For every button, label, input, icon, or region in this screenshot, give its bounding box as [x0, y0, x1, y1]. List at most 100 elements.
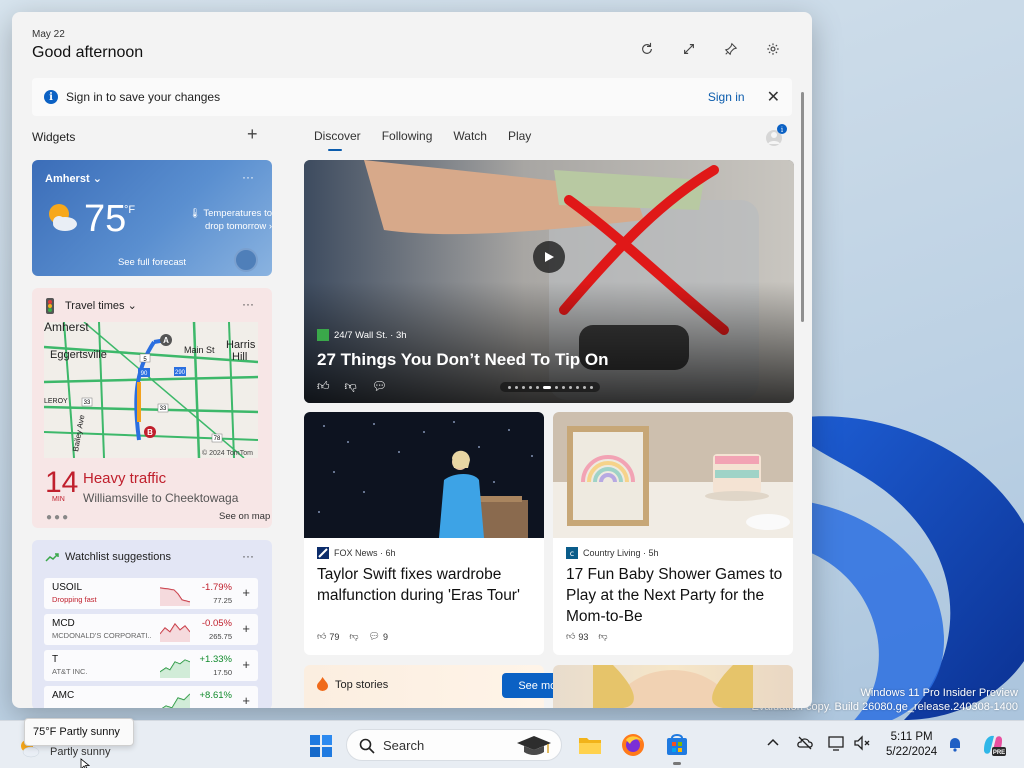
notification-bell-icon[interactable]: [947, 736, 963, 752]
travel-minutes-label: MIN: [52, 496, 65, 503]
volume-icon[interactable]: [853, 734, 871, 752]
article-image: [553, 412, 793, 538]
like-button[interactable]: 👍︎ 79: [317, 631, 339, 642]
active-app-indicator: [673, 762, 681, 765]
more-options-icon[interactable]: ···: [242, 170, 254, 184]
comment-button[interactable]: 💬︎ 9: [369, 631, 388, 642]
article-source: c Country Living · 5h: [566, 547, 659, 559]
partly-sunny-icon: [49, 204, 77, 231]
chevron-up-icon[interactable]: [764, 734, 782, 752]
publisher-logo-icon: [317, 329, 329, 341]
play-video-icon[interactable]: [533, 241, 565, 273]
add-stock-icon[interactable]: +: [242, 585, 250, 600]
graduation-cap-icon: [517, 736, 551, 755]
settings-icon[interactable]: [762, 38, 784, 60]
add-stock-icon[interactable]: +: [242, 693, 250, 708]
weather-widget[interactable]: Amherst ⌄ ··· 75 °F 🌡 Temperatures to dr…: [32, 160, 272, 276]
thumbs-down-icon[interactable]: 👎︎: [345, 379, 357, 394]
tab-watch[interactable]: Watch: [453, 129, 487, 151]
travel-title[interactable]: Travel times ⌄: [65, 299, 137, 312]
stock-trend-icon: [45, 553, 59, 562]
thumbs-up-icon[interactable]: 👍︎: [317, 379, 330, 394]
article-image: [304, 412, 544, 538]
stock-sparkline: [161, 693, 190, 708]
article-title[interactable]: 17 Fun Baby Shower Games to Play at the …: [566, 564, 784, 627]
tab-play[interactable]: Play: [508, 129, 531, 151]
comment-icon[interactable]: 💬︎: [372, 379, 387, 394]
display-icon[interactable]: [827, 734, 845, 752]
stock-row[interactable]: USOIL Dropping fast -1.79% 77.25 +: [44, 578, 258, 609]
traffic-map[interactable]: Amherst Eggertsville Main St Harris Hill…: [44, 322, 258, 458]
expand-icon[interactable]: [678, 38, 700, 60]
travel-minutes: 14: [45, 466, 79, 499]
comment-icon: 💬︎: [368, 631, 380, 641]
road-shield: 290: [175, 370, 186, 376]
pin-icon[interactable]: [720, 38, 742, 60]
more-options-icon[interactable]: ···: [242, 297, 254, 311]
stock-name: AT&T INC.: [52, 667, 88, 676]
travel-times-widget[interactable]: Travel times ⌄ ··· Amherst Eggertsville …: [32, 288, 272, 528]
taskbar-clock[interactable]: 5:11 PM 5/22/2024: [886, 730, 937, 760]
thumbs-down-icon[interactable]: 👎︎: [349, 631, 358, 642]
stock-sparkline: [160, 659, 190, 678]
article-card-preview[interactable]: [553, 665, 793, 708]
add-stock-icon[interactable]: +: [242, 621, 250, 636]
stock-row[interactable]: MCD MCDONALD'S CORPORATI... -0.05% 265.7…: [44, 614, 258, 645]
carousel-dots[interactable]: ●●●: [46, 512, 70, 523]
search-icon: [359, 738, 375, 754]
add-widget-icon[interactable]: +: [247, 124, 258, 145]
stock-row[interactable]: T AT&T INC. +1.33% 17.50 +: [44, 650, 258, 681]
firefox-icon[interactable]: [620, 732, 646, 758]
weather-avatar: [234, 248, 258, 272]
signin-link[interactable]: Sign in: [708, 90, 745, 104]
article-title[interactable]: Taylor Swift fixes wardrobe malfunction …: [317, 564, 535, 606]
stock-symbol: MCD: [52, 618, 75, 629]
feed-tabs: Discover Following Watch Play: [314, 129, 531, 151]
like-button[interactable]: 👍︎ 93: [566, 631, 588, 642]
stock-price: 77.25: [213, 596, 232, 605]
article-image: [593, 665, 753, 708]
thumbs-up-icon: 👍︎: [317, 631, 327, 641]
road-shield: 78: [214, 436, 221, 442]
map-marker-b: B: [147, 428, 153, 437]
refresh-icon[interactable]: [636, 38, 658, 60]
weather-unit: °F: [124, 204, 136, 216]
taskbar-search-box[interactable]: Search: [346, 729, 562, 761]
windows-start-icon[interactable]: [309, 734, 333, 758]
article-actions: 👍︎ 93 👎︎: [566, 631, 608, 642]
more-options-icon[interactable]: ···: [242, 549, 254, 563]
stock-change: +8.61%: [199, 690, 233, 701]
add-stock-icon[interactable]: +: [242, 657, 250, 672]
carousel-pager[interactable]: [500, 382, 600, 392]
signin-message: Sign in to save your changes: [66, 90, 221, 104]
stock-row[interactable]: AMC +8.61% +: [44, 686, 258, 708]
weather-note[interactable]: 🌡 Temperatures to drop tomorrow ›: [172, 207, 272, 233]
weather-tooltip: 75°F Partly sunny: [24, 718, 134, 746]
profile-avatar-icon[interactable]: i: [764, 124, 788, 148]
see-on-map-link[interactable]: See on map: [219, 511, 270, 522]
article-source: 24/7 Wall St. · 3h: [317, 329, 407, 341]
search-placeholder: Search: [383, 738, 425, 753]
hero-title[interactable]: 27 Things You Don’t Need To Tip On: [317, 350, 609, 370]
svg-text:PRE: PRE: [993, 750, 1005, 756]
network-off-icon[interactable]: [796, 734, 814, 752]
copilot-icon[interactable]: PRE: [980, 732, 1006, 758]
article-card[interactable]: c Country Living · 5h 17 Fun Baby Shower…: [553, 412, 793, 655]
store-icon[interactable]: [664, 732, 690, 758]
top-stories-card[interactable]: Top stories See more›: [304, 665, 594, 708]
hero-article[interactable]: 24/7 Wall St. · 3h 27 Things You Don’t N…: [304, 160, 794, 403]
tab-following[interactable]: Following: [382, 129, 433, 151]
file-explorer-icon[interactable]: [577, 732, 603, 758]
article-source: FOX News · 6h: [317, 547, 396, 559]
tab-discover[interactable]: Discover: [314, 129, 361, 151]
map-label-hill: Hill: [232, 351, 247, 363]
traffic-status: Heavy traffic: [83, 470, 167, 487]
close-icon[interactable]: ✕: [767, 87, 780, 107]
weather-location[interactable]: Amherst ⌄: [45, 172, 102, 185]
thumbs-down-icon[interactable]: 👎︎: [598, 631, 607, 642]
stock-sparkline: [160, 587, 190, 606]
article-card[interactable]: FOX News · 6h Taylor Swift fixes wardrob…: [304, 412, 544, 655]
watchlist-widget[interactable]: Watchlist suggestions ··· USOIL Dropping…: [32, 540, 272, 708]
stock-symbol: USOIL: [52, 582, 83, 593]
panel-scrollbar[interactable]: [801, 92, 804, 322]
